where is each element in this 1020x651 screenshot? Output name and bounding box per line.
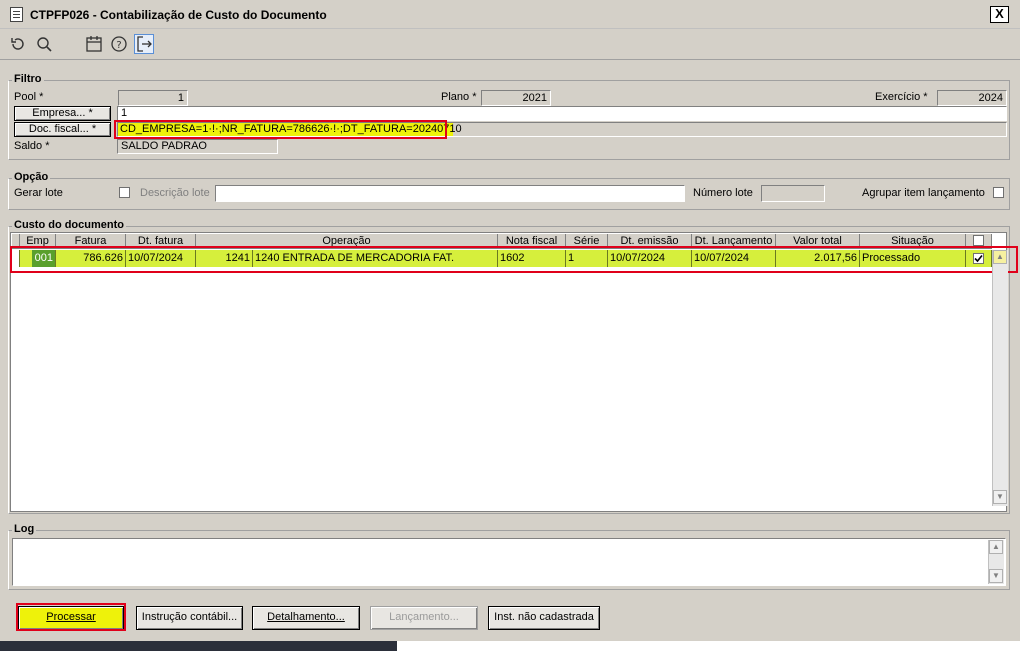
doc-fiscal-button-label: Doc. fiscal... * (28, 123, 97, 135)
inst-nao-cadastrada-button[interactable]: Inst. não cadastrada (488, 606, 600, 630)
instrucao-contabil-button[interactable]: Instrução contábil... (136, 606, 243, 630)
empresa-button-label: Empresa... * (32, 107, 93, 119)
taskbar-fragment (0, 641, 397, 651)
grid-scrollbar[interactable]: ▲ ▼ (992, 250, 1008, 506)
log-legend: Log (12, 523, 37, 535)
exercicio-field[interactable]: 2024 (937, 90, 1007, 106)
doc-fiscal-button[interactable]: Doc. fiscal... * (14, 122, 111, 137)
annotation-doc-fiscal (114, 120, 447, 139)
scroll-down-icon[interactable]: ▼ (993, 490, 1007, 504)
agrupar-checkbox[interactable] (993, 187, 1004, 198)
scroll-up-icon[interactable]: ▲ (993, 250, 1007, 264)
plano-field[interactable]: 2021 (481, 90, 551, 106)
descricao-lote-field[interactable] (215, 185, 685, 202)
opcao-legend: Opção (12, 171, 51, 183)
numero-lote-label: Número lote (693, 187, 753, 199)
annotation-processar (16, 603, 126, 631)
pool-label: Pool * (14, 91, 44, 103)
inst-nao-cadastrada-label: Inst. não cadastrada (494, 611, 594, 623)
agrupar-label: Agrupar item lançamento (862, 187, 985, 199)
search-icon[interactable] (34, 34, 54, 54)
descricao-lote-label: Descrição lote (140, 187, 210, 199)
pool-field[interactable]: 1 (118, 90, 188, 106)
title-bar: CTPFP026 - Contabilização de Custo do Do… (0, 0, 1020, 29)
lancamento-label: Lançamento... (389, 611, 459, 623)
lancamento-button[interactable]: Lançamento... (370, 606, 478, 630)
log-scrollbar[interactable]: ▲ ▼ (988, 540, 1004, 584)
toolbar-separator (0, 59, 1020, 60)
undo-icon[interactable] (8, 34, 28, 54)
close-button[interactable]: X (990, 6, 1009, 23)
saldo-field[interactable]: SALDO PADRAO (117, 139, 278, 154)
log-scroll-up-icon[interactable]: ▲ (989, 540, 1003, 554)
plano-label: Plano * (441, 91, 477, 103)
detalhamento-label: Detalhamento... (267, 611, 345, 623)
instrucao-contabil-label: Instrução contábil... (141, 611, 238, 623)
empresa-field[interactable]: 1 (117, 106, 1007, 121)
numero-lote-field[interactable] (761, 185, 825, 202)
log-textarea[interactable] (12, 538, 1006, 586)
exit-icon[interactable] (134, 34, 154, 54)
document-icon (10, 7, 23, 22)
saldo-label: Saldo * (14, 140, 50, 152)
calendar-icon[interactable] (84, 34, 104, 54)
exercicio-label: Exercício * (875, 91, 928, 103)
log-scroll-down-icon[interactable]: ▼ (989, 569, 1003, 583)
select-all-checkbox[interactable] (973, 235, 984, 246)
custo-legend: Custo do documento (12, 219, 126, 231)
custo-grid (10, 232, 1007, 512)
gerar-lote-label: Gerar lote (14, 187, 63, 199)
toolbar: ? (0, 29, 1020, 59)
empresa-button[interactable]: Empresa... * (14, 106, 111, 121)
detalhamento-button[interactable]: Detalhamento... (252, 606, 360, 630)
window-title: CTPFP026 - Contabilização de Custo do Do… (30, 8, 327, 22)
help-icon[interactable]: ? (109, 34, 129, 54)
annotation-grid-row (10, 246, 1018, 273)
filtro-legend: Filtro (12, 73, 44, 85)
svg-text:?: ? (116, 40, 121, 51)
gerar-lote-checkbox[interactable] (119, 187, 130, 198)
